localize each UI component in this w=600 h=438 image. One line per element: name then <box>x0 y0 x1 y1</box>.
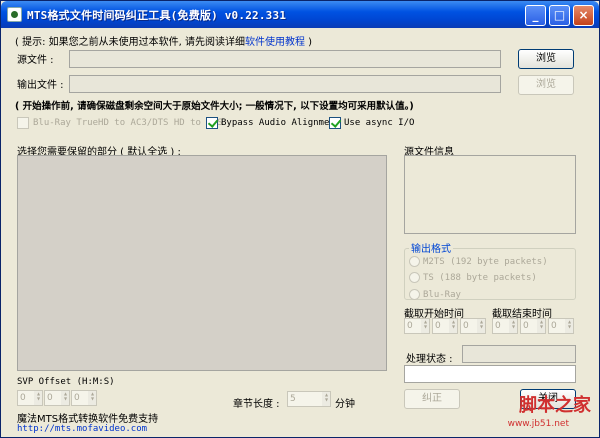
hint-prefix: ( 提示: 如果您之前从未使用过本软件, 请先阅读详细 <box>15 37 245 48</box>
chapter-length-label: 章节长度 : <box>233 399 280 410</box>
close-window-button[interactable]: × <box>573 5 594 26</box>
end-second-spinner[interactable]: 0 <box>548 318 574 334</box>
maximize-button[interactable]: □ <box>549 5 570 26</box>
bluray-label: Blu-Ray <box>423 290 461 300</box>
title-bar[interactable]: MTS格式文件时间码纠正工具(免费版) v0.22.331 _ □ × <box>1 1 599 28</box>
status-field <box>462 345 576 363</box>
output-file-label: 输出文件 : <box>17 80 64 91</box>
m2ts-radio[interactable] <box>409 256 420 267</box>
start-hour-spinner[interactable]: 0 <box>404 318 430 334</box>
start-second-spinner[interactable]: 0 <box>460 318 486 334</box>
hint-line: ( 提示: 如果您之前从未使用过本软件, 请先阅读详细软件使用教程 ) <box>15 33 312 48</box>
main-window: MTS格式文件时间码纠正工具(免费版) v0.22.331 _ □ × ( 提示… <box>0 0 600 438</box>
ts-label: TS (188 byte packets) <box>423 273 537 283</box>
chapter-length-spinner[interactable]: 5 <box>287 391 331 407</box>
end-hour-spinner[interactable]: 0 <box>492 318 518 334</box>
website-link[interactable]: http://mts.mofavideo.com <box>17 424 147 434</box>
source-info-box <box>404 155 576 234</box>
svp-second-spinner[interactable]: 0 <box>71 390 97 406</box>
disk-space-notice: ( 开始操作前, 请确保磁盘剩余空间大于原始文件大小; 一般情况下, 以下设置均… <box>15 101 414 112</box>
watermark-url: www.jb51.net <box>507 419 569 429</box>
truehd-checkbox[interactable] <box>17 117 29 129</box>
source-file-input[interactable] <box>69 50 501 68</box>
status-label: 处理状态 : <box>406 354 453 365</box>
source-browse-button[interactable]: 浏览 <box>518 49 574 69</box>
source-file-label: 源文件 : <box>17 55 54 66</box>
chapter-length-unit: 分钟 <box>335 399 355 410</box>
output-format-label: 输出格式 <box>409 240 453 255</box>
svp-hour-spinner[interactable]: 0 <box>17 390 43 406</box>
hint-suffix: ) <box>305 37 313 48</box>
output-file-input[interactable] <box>69 75 501 93</box>
parts-list[interactable] <box>17 155 387 371</box>
async-io-checkbox[interactable] <box>329 117 341 129</box>
bypass-audio-label: Bypass Audio Alignment <box>221 118 341 128</box>
ts-radio[interactable] <box>409 272 420 283</box>
tutorial-link[interactable]: 软件使用教程 <box>245 37 305 48</box>
bluray-radio[interactable] <box>409 289 420 300</box>
watermark-logo: 脚本之家 <box>519 395 591 416</box>
bypass-audio-checkbox[interactable] <box>206 117 218 129</box>
m2ts-label: M2TS (192 byte packets) <box>423 257 548 267</box>
truehd-label: Blu-Ray TrueHD to AC3/DTS HD to DTS <box>33 118 223 128</box>
start-minute-spinner[interactable]: 0 <box>432 318 458 334</box>
svp-offset-label: SVP Offset (H:M:S) <box>17 377 115 387</box>
output-browse-button[interactable]: 浏览 <box>518 75 574 95</box>
end-minute-spinner[interactable]: 0 <box>520 318 546 334</box>
progress-field <box>404 365 576 383</box>
support-text: 魔法MTS格式转换软件免费支持 <box>17 414 159 425</box>
app-icon <box>7 7 22 22</box>
window-title: MTS格式文件时间码纠正工具(免费版) v0.22.331 <box>27 9 287 22</box>
svp-minute-spinner[interactable]: 0 <box>44 390 70 406</box>
correct-button[interactable]: 纠正 <box>404 389 460 409</box>
async-io-label: Use async I/O <box>344 118 415 128</box>
minimize-button[interactable]: _ <box>525 5 546 26</box>
